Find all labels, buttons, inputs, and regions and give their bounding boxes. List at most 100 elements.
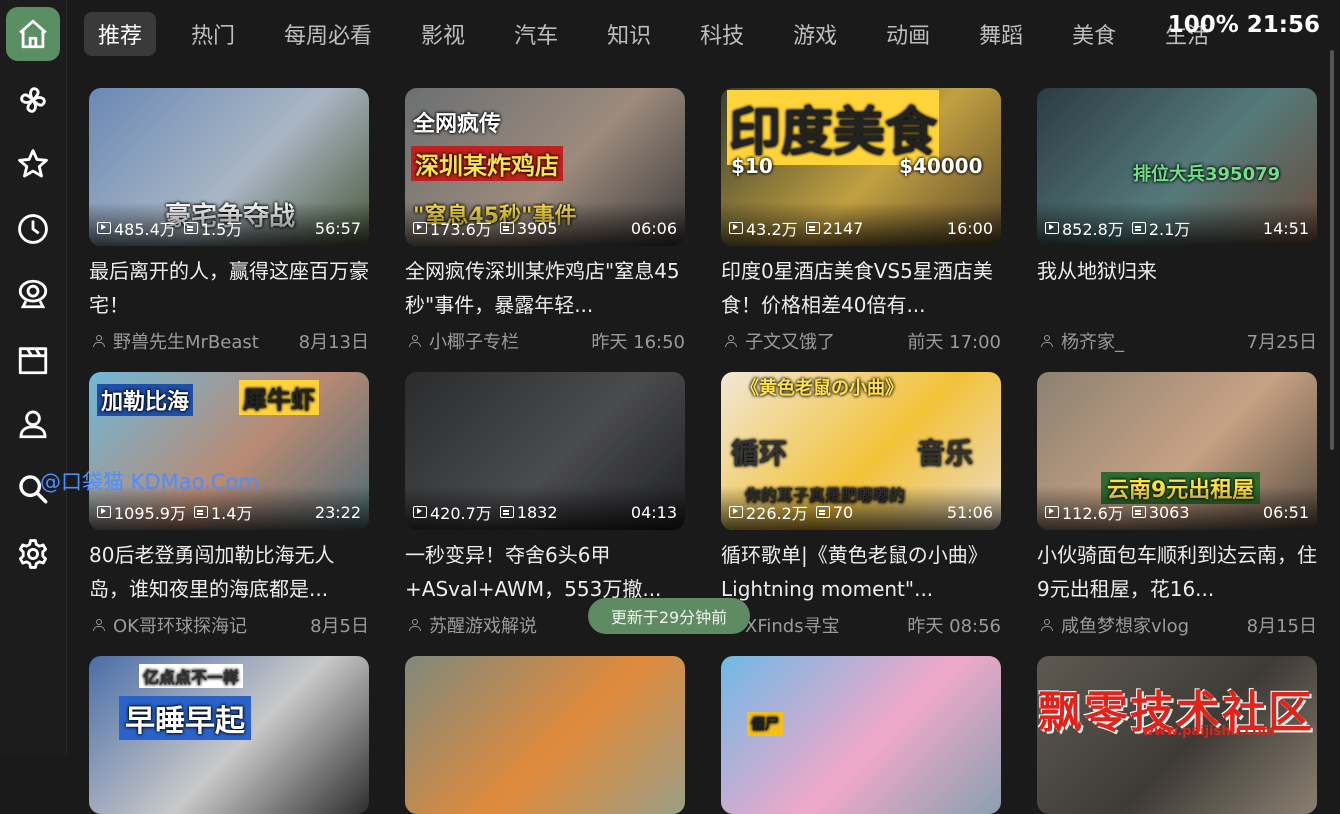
video-stats: 852.8万 2.1万 14:51 bbox=[1045, 218, 1309, 239]
video-card[interactable]: 僵尸 bbox=[721, 656, 1001, 814]
video-title[interactable]: 循环歌单|《黄色老鼠の小曲》Lightning moment"... bbox=[721, 538, 1001, 606]
play-count-icon bbox=[97, 222, 111, 234]
thumbnail-caption: $40000 bbox=[899, 154, 983, 178]
video-title[interactable]: 一秒变异！夺舍6头6甲+ASval+AWM，553万撤... bbox=[405, 538, 685, 606]
uploader-icon bbox=[409, 335, 421, 347]
sidebar-button-clock[interactable] bbox=[6, 202, 60, 256]
tab-5[interactable]: 知识 bbox=[593, 12, 665, 56]
video-thumbnail[interactable] bbox=[405, 656, 685, 814]
video-meta: XFinds寻宝 昨天 08:56 bbox=[721, 612, 1001, 638]
video-stats: 43.2万 2147 16:00 bbox=[729, 218, 993, 239]
tab-10[interactable]: 美食 bbox=[1058, 12, 1130, 56]
play-count: 226.2万 bbox=[746, 504, 808, 523]
home-icon bbox=[16, 17, 50, 51]
video-thumbnail[interactable]: 印度美食 $10 $40000 43.2万 2147 16:00 bbox=[721, 88, 1001, 246]
video-thumbnail[interactable]: 加勒比海 犀牛虾 1095.9万 1.4万 23:22 bbox=[89, 372, 369, 530]
danmaku-count: 70 bbox=[832, 502, 854, 522]
uploader-name[interactable]: 苏醒游戏解说 bbox=[429, 612, 537, 638]
video-card[interactable]: 印度美食 $10 $40000 43.2万 2147 16:00 印度0星酒店美食VS5星酒… bbox=[721, 88, 1001, 354]
tab-9[interactable]: 舞蹈 bbox=[965, 12, 1037, 56]
video-title[interactable]: 我从地狱归来 bbox=[1037, 254, 1317, 322]
video-meta: OK哥环球探海记 8月5日 bbox=[89, 612, 369, 638]
sidebar-button-user[interactable] bbox=[6, 397, 60, 451]
video-meta: 咸鱼梦想家vlog 8月15日 bbox=[1037, 612, 1317, 638]
video-stats: 420.7万 1832 04:13 bbox=[413, 502, 677, 523]
video-thumbnail[interactable]: 420.7万 1832 04:13 bbox=[405, 372, 685, 530]
sidebar-button-webcam[interactable] bbox=[6, 267, 60, 321]
video-thumbnail[interactable]: 《黄色老鼠の小曲》循环音乐你的耳子真是肥嘟嘟的226.2万7051:06 bbox=[721, 372, 1001, 530]
video-card[interactable]: 加勒比海 犀牛虾 1095.9万 1.4万 23:22 80后老登勇闯加勒比海无人岛，谁知… bbox=[89, 372, 369, 638]
play-count: 852.8万 bbox=[1062, 220, 1124, 239]
video-card[interactable]: 豪宅争夺战485.4万1.5万56:57 最后离开的人，赢得这座百万豪宅！ 野兽先生… bbox=[89, 88, 369, 354]
sidebar-button-home[interactable] bbox=[6, 7, 60, 61]
publish-date: 昨天 08:56 bbox=[907, 616, 1001, 637]
danmaku-count: 1832 bbox=[516, 502, 558, 522]
publish-date: 前天 17:00 bbox=[907, 332, 1001, 353]
thumbnail-caption: 加勒比海 bbox=[97, 384, 194, 416]
video-title[interactable]: 最后离开的人，赢得这座百万豪宅！ bbox=[89, 254, 369, 322]
video-title[interactable]: 全网疯传深圳某炸鸡店"窒息45秒"事件，暴露年轻... bbox=[405, 254, 685, 322]
uploader-name[interactable]: XFinds寻宝 bbox=[745, 612, 840, 638]
uploader-name[interactable]: OK哥环球探海记 bbox=[113, 612, 247, 638]
video-stats: 485.4万 1.5万 56:57 bbox=[97, 218, 361, 239]
danmaku-icon bbox=[194, 506, 208, 518]
video-thumbnail[interactable]: 全网疯传深圳某炸鸡店"窒息45秒"事件173.6万390506:06 bbox=[405, 88, 685, 246]
watermark-paijishu-url: www.paijishu.com bbox=[1142, 724, 1275, 739]
video-duration: 23:22 bbox=[314, 502, 361, 522]
danmaku-icon bbox=[183, 222, 198, 234]
video-card[interactable]: 全网疯传深圳某炸鸡店"窒息45秒"事件173.6万390506:06 全网疯传深圳… bbox=[405, 88, 685, 354]
video-thumbnail[interactable]: 云南9元出租屋112.6万306306:51 bbox=[1037, 372, 1317, 530]
uploader-name[interactable]: 子文又饿了 bbox=[745, 328, 835, 354]
uploader-name[interactable]: 野兽先生MrBeast bbox=[113, 328, 259, 354]
video-card[interactable]: 云南9元出租屋112.6万306306:51 小伙骑面包车顺利到达云南，住9元出租… bbox=[1037, 372, 1317, 638]
play-count: 1095.9万 bbox=[114, 504, 186, 523]
play-count-icon bbox=[413, 222, 427, 234]
update-toast: 更新于29分钟前 bbox=[588, 598, 750, 634]
thumbnail-caption: 深圳某炸鸡店 bbox=[411, 146, 563, 181]
play-count-icon bbox=[1045, 506, 1059, 518]
video-thumbnail[interactable]: 早睡早起 亿点点不一样 bbox=[89, 656, 369, 814]
video-thumbnail[interactable]: 豪宅争夺战485.4万1.5万56:57 bbox=[89, 88, 369, 246]
sidebar bbox=[0, 0, 67, 754]
sidebar-button-pinwheel[interactable] bbox=[6, 73, 60, 127]
tab-3[interactable]: 影视 bbox=[407, 12, 479, 56]
uploader-icon bbox=[725, 335, 737, 347]
play-count: 173.6万 bbox=[430, 220, 492, 239]
danmaku-icon bbox=[805, 222, 820, 234]
webcam-icon bbox=[16, 277, 50, 311]
user-icon bbox=[16, 407, 50, 441]
tab-2[interactable]: 每周必看 bbox=[270, 12, 386, 56]
tab-1[interactable]: 热门 bbox=[177, 12, 249, 56]
danmaku-icon bbox=[815, 506, 830, 518]
sidebar-button-star[interactable] bbox=[6, 137, 60, 191]
video-card[interactable]: 早睡早起 亿点点不一样 bbox=[89, 656, 369, 814]
thumbnail-caption: $10 bbox=[731, 154, 773, 178]
tab-8[interactable]: 动画 bbox=[872, 12, 944, 56]
sidebar-button-clapperboard[interactable] bbox=[6, 333, 60, 387]
thumbnail-caption: 犀牛虾 bbox=[239, 380, 319, 415]
video-meta: 子文又饿了 前天 17:00 bbox=[721, 328, 1001, 354]
uploader-icon bbox=[1041, 335, 1053, 347]
uploader-name[interactable]: 小椰子专栏 bbox=[429, 328, 519, 354]
uploader-name[interactable]: 咸鱼梦想家vlog bbox=[1061, 612, 1189, 638]
uploader-name[interactable]: 杨齐家_ bbox=[1061, 328, 1124, 354]
tab-0[interactable]: 推荐 bbox=[84, 12, 157, 56]
video-title[interactable]: 印度0星酒店美食VS5星酒店美食！价格相差40倍有... bbox=[721, 254, 1001, 322]
play-count-icon bbox=[729, 222, 743, 234]
thumbnail-caption: 音乐 bbox=[917, 437, 974, 470]
tab-4[interactable]: 汽车 bbox=[500, 12, 572, 56]
video-meta: 杨齐家_ 7月25日 bbox=[1037, 328, 1317, 354]
scrollbar[interactable] bbox=[1330, 50, 1334, 450]
video-card[interactable]: 《黄色老鼠の小曲》循环音乐你的耳子真是肥嘟嘟的226.2万7051:06循环歌单… bbox=[721, 372, 1001, 638]
tab-6[interactable]: 科技 bbox=[686, 12, 758, 56]
video-card[interactable] bbox=[405, 656, 685, 814]
play-count: 112.6万 bbox=[1062, 504, 1124, 523]
video-title[interactable]: 80后老登勇闯加勒比海无人岛，谁知夜里的海底都是... bbox=[89, 538, 369, 606]
tab-7[interactable]: 游戏 bbox=[779, 12, 851, 56]
video-duration: 16:00 bbox=[946, 218, 993, 238]
video-card[interactable]: 排位大兵395079 852.8万 2.1万 14:51 我从地狱归来杨齐家_ 7月25日 bbox=[1037, 88, 1317, 354]
video-title[interactable]: 小伙骑面包车顺利到达云南，住9元出租屋，花16... bbox=[1037, 538, 1317, 606]
video-thumbnail[interactable]: 僵尸 bbox=[721, 656, 1001, 814]
sidebar-button-gear[interactable] bbox=[6, 527, 60, 581]
video-thumbnail[interactable]: 排位大兵395079 852.8万 2.1万 14:51 bbox=[1037, 88, 1317, 246]
